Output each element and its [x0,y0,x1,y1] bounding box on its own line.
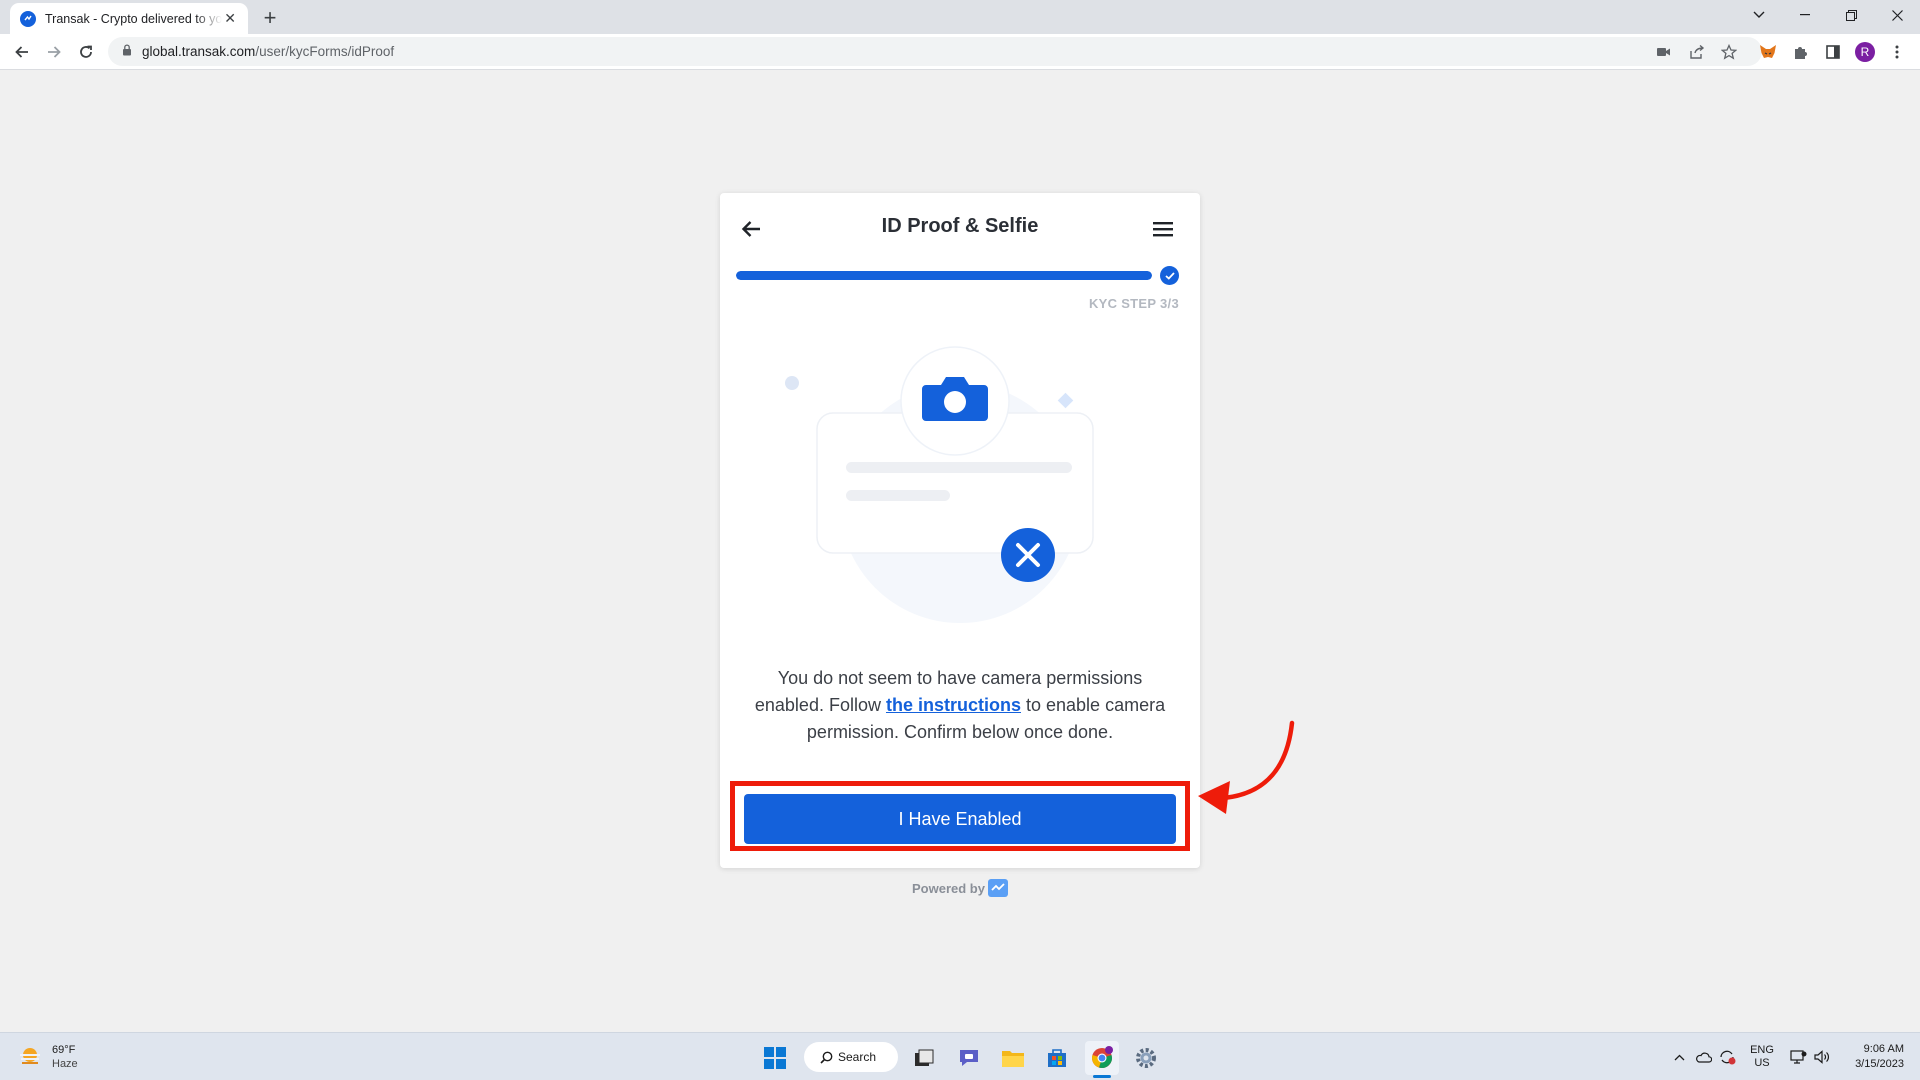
hamburger-menu-icon[interactable] [1150,216,1176,242]
windows-taskbar: 69°F Haze Search ENG US 9:06 AM 3/15/202… [0,1032,1920,1080]
weather-temperature: 69°F [52,1044,76,1056]
language-indicator[interactable]: ENG US [1744,1033,1780,1080]
tab-title: Transak - Crypto delivered to you [45,11,223,26]
weather-widget[interactable]: 69°F Haze [18,1043,78,1071]
powered-by-footer: Powered by [912,879,1008,897]
chrome-menu-icon[interactable] [1885,40,1909,64]
haze-weather-icon [20,1048,40,1064]
language-code: ENG [1750,1044,1774,1056]
address-bar[interactable]: global.transak.com/user/kycForms/idProof [108,37,1762,66]
taskbar-search[interactable]: Search [804,1042,898,1072]
back-button[interactable] [8,38,36,66]
forward-button[interactable] [40,38,68,66]
powered-by-text: Powered by [912,880,985,896]
file-explorer-icon[interactable] [996,1041,1030,1075]
camera-blocked-icon[interactable] [1652,40,1676,64]
browser-tab-active[interactable]: Transak - Crypto delivered to you ✕ [10,3,248,34]
chrome-active-indicator [1093,1075,1111,1078]
kyc-step-label: KYC STEP 3/3 [1088,296,1179,311]
new-tab-button[interactable]: + [258,5,282,30]
clock-time: 9:06 AM [1863,1043,1904,1055]
reload-button[interactable] [72,38,100,66]
widget-header: ID Proof & Selfie [720,193,1200,265]
progress-check-icon [1160,266,1179,285]
minimize-button[interactable] [1782,0,1828,30]
url-host: global.transak.com [142,44,256,59]
keyboard-region: US [1754,1057,1770,1069]
task-view-icon[interactable] [907,1041,941,1075]
side-panel-icon[interactable] [1821,40,1845,64]
microsoft-store-icon[interactable] [1040,1041,1074,1075]
kyc-widget-card: ID Proof & Selfie KYC STEP 3/3 You do no… [720,193,1200,868]
profile-avatar[interactable]: R [1853,40,1877,64]
volume-icon[interactable] [1811,1033,1833,1080]
share-icon[interactable] [1685,40,1709,64]
camera-permission-message: You do not seem to have camera permissio… [742,665,1178,746]
kyc-progress-bar [736,271,1152,280]
sync-status-icon[interactable] [1716,1033,1738,1080]
chrome-taskbar-icon[interactable] [1085,1041,1119,1075]
camera-denied-illustration [785,346,1094,623]
lock-icon[interactable] [122,43,132,61]
clock-date: 3/15/2023 [1855,1058,1904,1070]
kyc-progress-fill [736,271,1152,280]
teams-chat-icon[interactable] [952,1041,986,1075]
onedrive-cloud-icon[interactable] [1692,1033,1714,1080]
search-icon [820,1051,833,1064]
weather-condition: Haze [52,1058,78,1070]
i-have-enabled-button[interactable]: I Have Enabled [744,794,1176,844]
network-icon[interactable] [1787,1033,1809,1080]
bookmark-star-icon[interactable] [1717,40,1741,64]
profile-initial: R [1855,42,1875,62]
transak-logo-icon [987,879,1008,897]
show-hidden-icons-chevron-icon[interactable] [1668,1033,1690,1080]
tab-search-icon[interactable] [1736,0,1782,30]
url-path: /user/kycForms/idProof [255,44,395,59]
taskbar-clock[interactable]: 9:06 AM 3/15/2023 [1838,1042,1904,1072]
metamask-extension-icon[interactable] [1756,40,1780,64]
url-text: global.transak.com/user/kycForms/idProof [142,44,394,59]
windows-start-icon[interactable] [758,1041,792,1075]
restore-button[interactable] [1828,0,1874,30]
close-window-button[interactable] [1874,0,1920,30]
widget-title: ID Proof & Selfie [881,215,1039,237]
taskbar-search-label: Search [838,1050,877,1064]
browser-titlebar: Transak - Crypto delivered to you ✕ + [0,0,1920,34]
tab-close-icon[interactable]: ✕ [222,10,238,27]
settings-gear-icon[interactable] [1129,1041,1163,1075]
red-arrow-annotation [1198,720,1295,814]
transak-favicon-icon [20,10,36,27]
extensions-puzzle-icon[interactable] [1789,40,1813,64]
instructions-link[interactable]: the instructions [886,695,1021,715]
browser-toolbar: global.transak.com/user/kycForms/idProof… [0,34,1920,70]
